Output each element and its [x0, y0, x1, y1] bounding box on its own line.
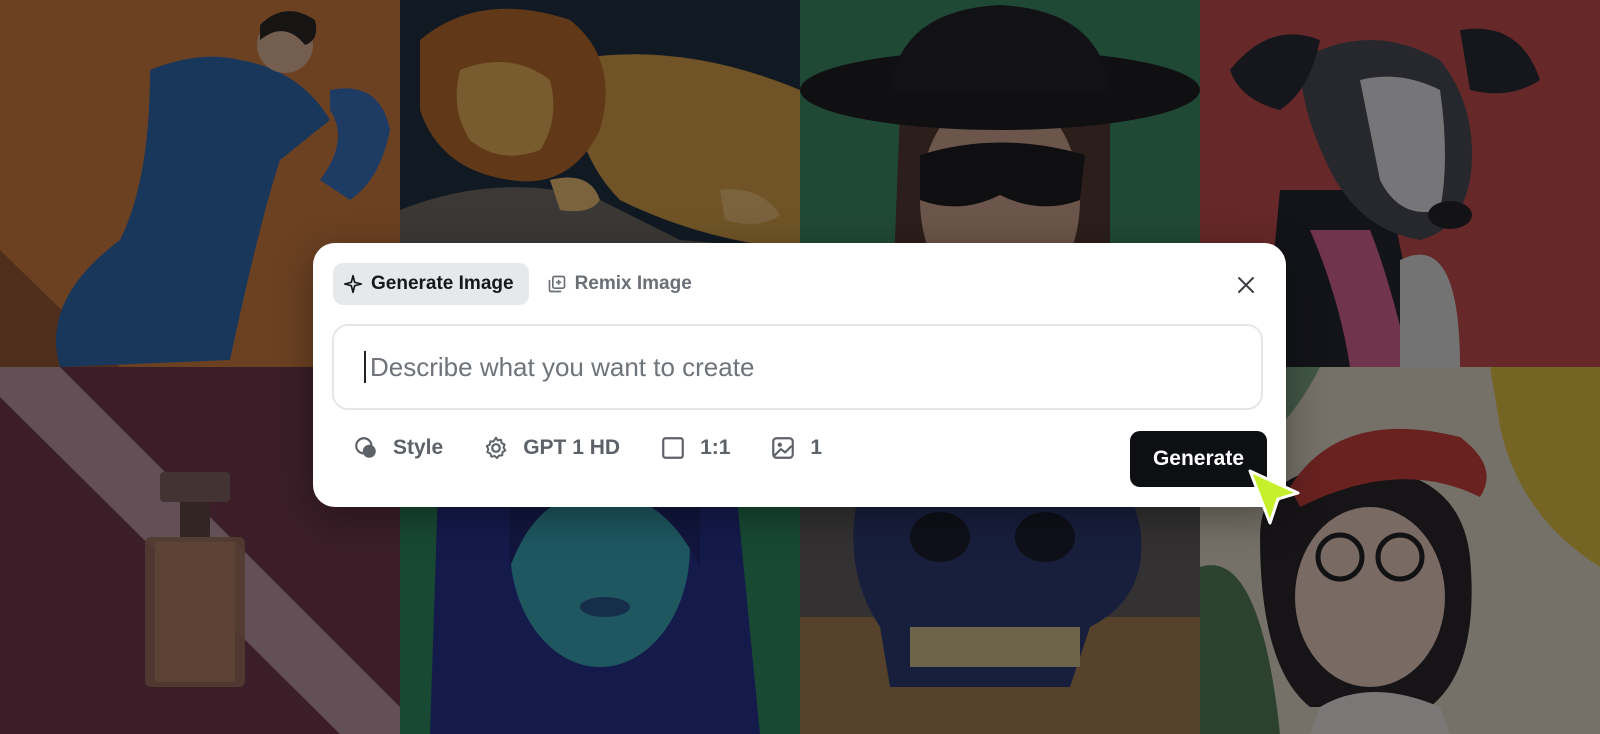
style-option-label: Style — [393, 436, 444, 459]
tab-remix-image-label: Remix Image — [574, 273, 692, 294]
mode-tabs: Generate Image Remix Image — [333, 263, 707, 305]
style-option-button[interactable]: Style — [353, 435, 443, 461]
image-count-option-label: 1 — [810, 436, 823, 459]
image-count-icon — [772, 437, 795, 459]
aspect-ratio-option-label: 1:1 — [700, 436, 731, 459]
image-count-option-button[interactable]: 1 — [770, 435, 822, 461]
tab-generate-image-label: Generate Image — [371, 273, 514, 294]
aspect-ratio-icon — [662, 437, 684, 459]
gear-icon — [486, 436, 507, 460]
remix-icon — [548, 275, 565, 293]
close-button[interactable] — [1230, 269, 1262, 301]
tab-generate-image[interactable]: Generate Image — [333, 263, 529, 305]
generate-dialog: Generate Image Remix Image Style — [313, 243, 1286, 507]
prompt-input[interactable] — [370, 351, 1190, 383]
close-icon — [1238, 277, 1254, 293]
model-option-label: GPT 1 HD — [523, 436, 621, 459]
pointer-cursor-icon — [1248, 469, 1300, 525]
generation-options: Style GPT 1 HD 1:1 1 — [353, 435, 862, 461]
prompt-field[interactable] — [332, 324, 1263, 410]
sparkle-icon — [343, 274, 363, 294]
model-option-button[interactable]: GPT 1 HD — [483, 435, 620, 461]
palette-icon — [355, 437, 376, 458]
aspect-ratio-option-button[interactable]: 1:1 — [660, 435, 730, 461]
tab-remix-image[interactable]: Remix Image — [537, 263, 707, 305]
text-caret — [364, 351, 366, 383]
